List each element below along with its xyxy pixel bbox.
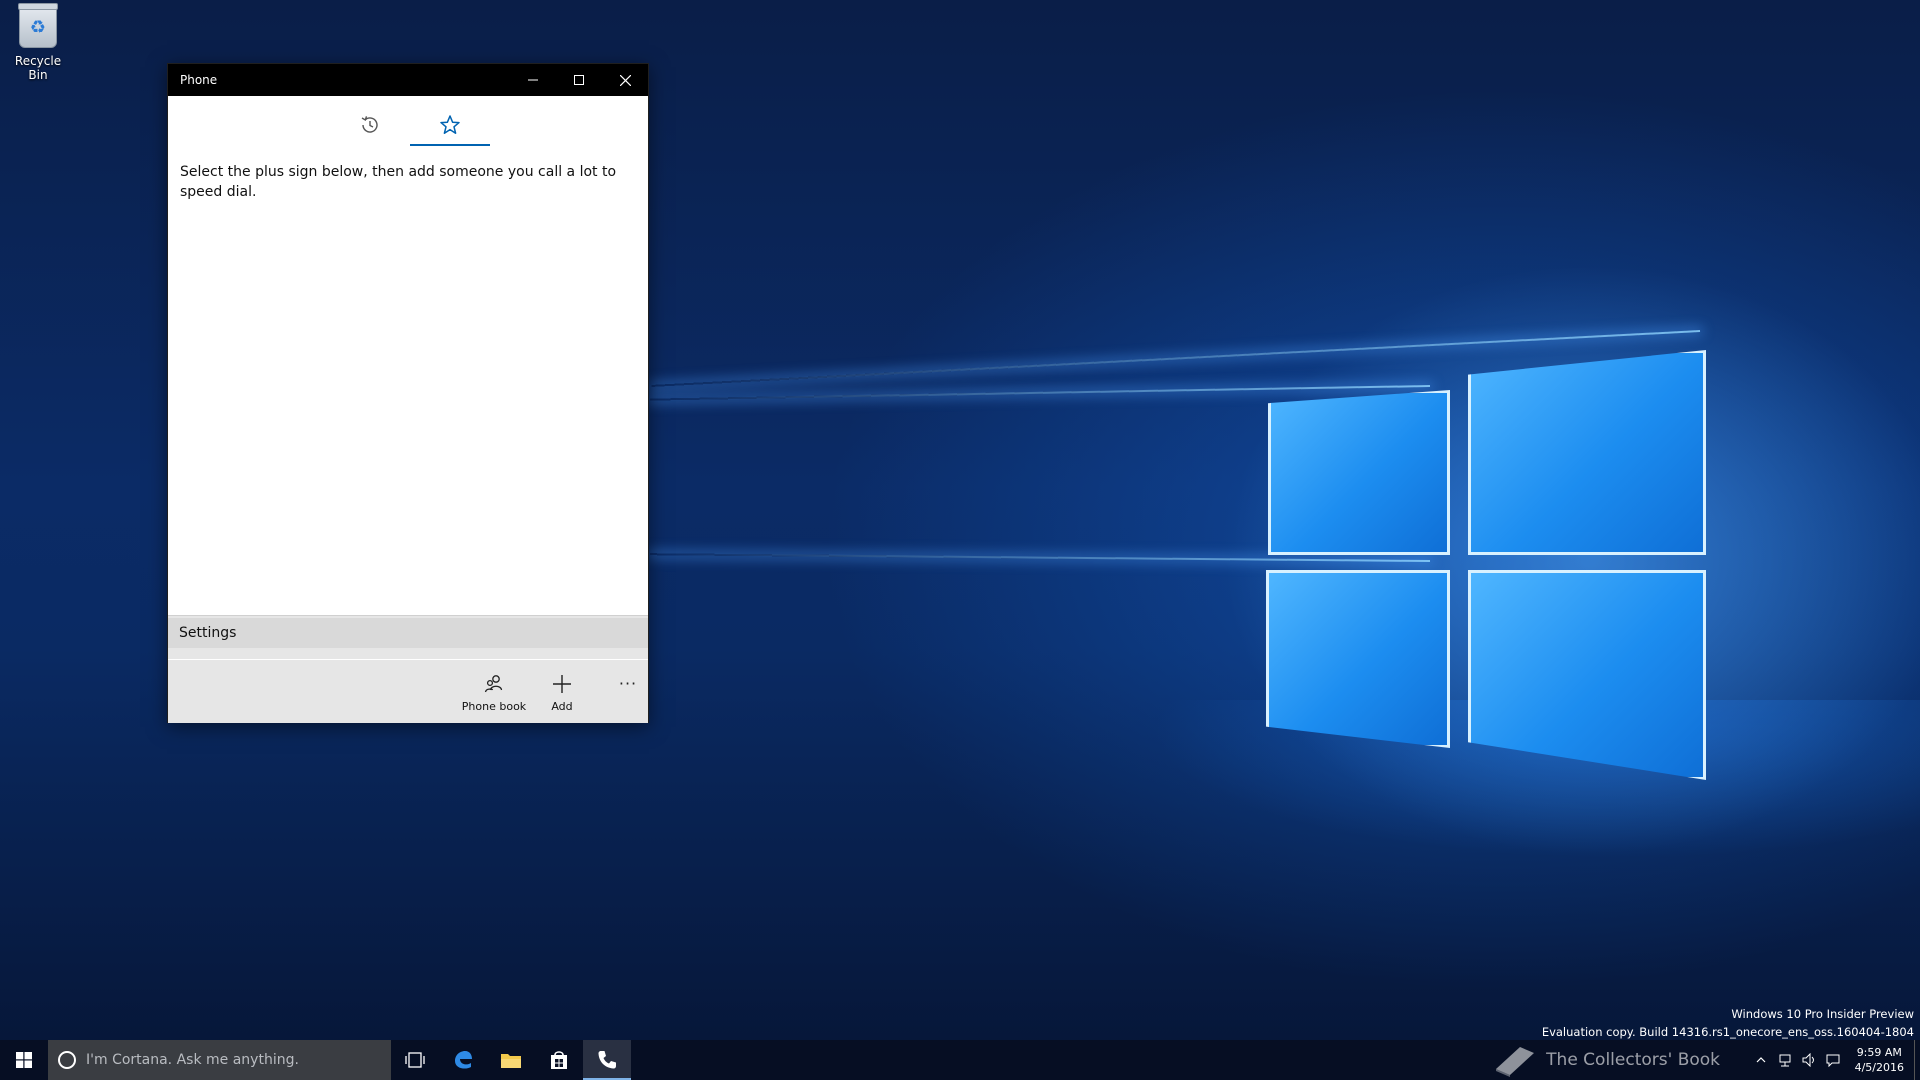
- plus-icon: [553, 675, 571, 693]
- recycle-bin-icon: [18, 3, 58, 48]
- clock-date: 4/5/2016: [1854, 1061, 1904, 1074]
- search-placeholder: I'm Cortana. Ask me anything.: [86, 1052, 299, 1068]
- book-icon: [1496, 1047, 1535, 1077]
- pivot-tabs: [168, 96, 648, 154]
- show-hidden-icons-button[interactable]: [1749, 1040, 1773, 1080]
- phone-book-label: Phone book: [461, 700, 527, 713]
- chevron-up-icon: [1756, 1057, 1766, 1063]
- star-icon: [440, 115, 460, 134]
- recycle-bin-label: Recycle Bin: [14, 54, 62, 82]
- action-center-button[interactable]: [1821, 1040, 1845, 1080]
- settings-bar: Settings: [168, 615, 648, 659]
- file-explorer-button[interactable]: [487, 1040, 535, 1080]
- network-icon: [1779, 1054, 1791, 1067]
- window-logo-pane: [1268, 390, 1450, 555]
- phone-book-button[interactable]: Phone book: [459, 672, 529, 713]
- add-label: Add: [551, 700, 573, 713]
- minimize-button[interactable]: [510, 64, 556, 96]
- phone-icon: [598, 1051, 616, 1069]
- cortana-icon: [58, 1051, 76, 1069]
- store-button[interactable]: [535, 1040, 583, 1080]
- phone-app-window: Phone Select the plus sign below, then a…: [167, 63, 649, 723]
- tab-speed-dial[interactable]: [410, 96, 490, 154]
- close-button[interactable]: [602, 64, 648, 96]
- clock-time: 9:59 AM: [1856, 1046, 1902, 1059]
- close-icon: [619, 74, 631, 86]
- add-button[interactable]: Add: [527, 672, 597, 713]
- system-tray: 9:59 AM 4/5/2016: [1749, 1040, 1920, 1080]
- history-icon: [361, 116, 378, 133]
- start-button[interactable]: [0, 1040, 48, 1080]
- task-view-icon: [405, 1052, 425, 1068]
- cortana-search-box[interactable]: I'm Cortana. Ask me anything.: [48, 1040, 391, 1080]
- task-view-button[interactable]: [391, 1040, 439, 1080]
- edge-icon: [455, 1051, 472, 1069]
- speed-dial-empty-message: Select the plus sign below, then add som…: [180, 164, 617, 200]
- window-title: Phone: [180, 73, 218, 87]
- show-desktop-button[interactable]: [1914, 1040, 1920, 1080]
- desktop-icon-recycle-bin[interactable]: Recycle Bin: [4, 3, 72, 82]
- build-watermark: Windows 10 Pro Insider Preview Evaluatio…: [1542, 1005, 1914, 1041]
- volume-button[interactable]: [1797, 1040, 1821, 1080]
- edge-button[interactable]: [439, 1040, 487, 1080]
- clock[interactable]: 9:59 AM 4/5/2016: [1845, 1045, 1914, 1075]
- taskbar: I'm Cortana. Ask me anything. The Collec…: [0, 1040, 1920, 1080]
- wallpaper-floor-glow: [640, 700, 1920, 1040]
- minimize-icon: [528, 79, 538, 81]
- maximize-icon: [574, 75, 584, 85]
- title-bar[interactable]: Phone: [168, 64, 648, 96]
- window-logo-pane: [1468, 350, 1706, 555]
- window-logo-pane: [1266, 570, 1450, 748]
- tab-call-history[interactable]: [330, 96, 410, 154]
- maximize-button[interactable]: [556, 64, 602, 96]
- watermark-line-2: Evaluation copy. Build 14316.rs1_onecore…: [1541, 1025, 1914, 1039]
- more-options-button[interactable]: ···: [614, 674, 642, 694]
- store-icon: [551, 1051, 567, 1069]
- command-bar: Phone book Add ···: [168, 660, 648, 723]
- phone-taskbar-button[interactable]: [583, 1040, 631, 1080]
- action-center-icon: [1826, 1054, 1840, 1067]
- windows-logo-icon: [16, 1052, 32, 1068]
- watermark-logo-text: The Collectors' Book: [1546, 1050, 1720, 1070]
- watermark-logo: The Collectors' Book: [1490, 1040, 1720, 1080]
- network-button[interactable]: [1773, 1040, 1797, 1080]
- people-icon: [484, 675, 503, 693]
- watermark-line-1: Windows 10 Pro Insider Preview: [1731, 1007, 1914, 1021]
- light-beam: [650, 385, 1431, 401]
- file-explorer-icon: [501, 1054, 521, 1068]
- volume-icon: [1802, 1053, 1814, 1067]
- settings-button[interactable]: Settings: [168, 618, 648, 648]
